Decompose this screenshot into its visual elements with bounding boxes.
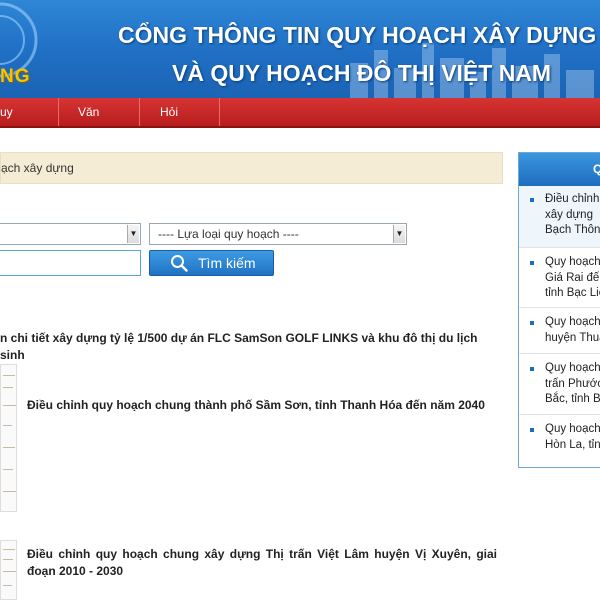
site-title-line2: VÀ QUY HOẠCH ĐÔ THỊ VIỆT NAM (172, 60, 552, 86)
sidebar-item-line: Quy hoạch (545, 362, 600, 374)
sidebar-item-line: Giá Rai đến (545, 271, 600, 284)
plan-type-select-value: ---- Lựa loại quy hoạch ---- (158, 227, 299, 241)
result-title[interactable]: n chi tiết xây dựng tỷ lệ 1/500 dự án FL… (0, 330, 500, 364)
nav-item-van-ban[interactable]: Văn bản (60, 98, 140, 147)
sidebar-item-line: Quy hoạch (545, 256, 600, 268)
plan-type-select[interactable]: ---- Lựa loại quy hoạch ---- ▼ (149, 223, 407, 245)
bullet-icon (530, 321, 534, 325)
region-select[interactable]: ▼ (0, 223, 141, 245)
sidebar-item[interactable]: Quy hoạch huyện Thua (519, 309, 600, 354)
sidebar-item-line: Bắc, tỉnh Bế (545, 393, 600, 405)
sidebar-item-line: xây dựng (545, 208, 593, 221)
search-input[interactable] (0, 250, 141, 276)
sidebar-item-line: Bạch Thông (545, 224, 600, 236)
header-banner: NG CỔNG THÔNG TIN QUY HOẠCH XÂY DỰNG VÀ … (0, 0, 600, 98)
main-nav: uy hoạch Văn bản Hỏi đáp (0, 98, 600, 147)
bullet-icon (530, 261, 534, 265)
sidebar-panel: Q Điều chỉnh xây dựng Bạch Thông Quy hoạ… (518, 152, 600, 468)
nav-item-quy-hoach[interactable]: uy hoạch (0, 98, 59, 147)
bullet-icon (530, 428, 534, 432)
sidebar-item-line: Quy hoạch (545, 423, 600, 435)
sidebar-item[interactable]: Điều chỉnh xây dựng Bạch Thông (519, 186, 600, 248)
sidebar-item-line: tỉnh Bạc Liê (545, 287, 600, 299)
sidebar-item-line: huyện Thua (545, 331, 600, 344)
sidebar-heading: Q (519, 153, 600, 186)
result-thumbnail[interactable] (0, 364, 17, 512)
result-title[interactable]: Điều chỉnh quy hoạch chung xây dựng Thị … (27, 546, 497, 580)
search-button-label: Tìm kiếm (198, 255, 256, 271)
result-thumbnail[interactable] (0, 540, 17, 600)
result-title[interactable]: Điều chỉnh quy hoạch chung thành phố Sầm… (27, 397, 497, 414)
sidebar-item-line: trấn Phước (545, 377, 600, 390)
search-button[interactable]: Tìm kiếm (149, 250, 274, 276)
nav-item-hoi-dap[interactable]: Hỏi đáp (142, 98, 220, 147)
chevron-down-icon[interactable]: ▼ (393, 225, 405, 243)
logo-text: NG (0, 66, 31, 87)
sidebar-item[interactable]: Quy hoạch Giá Rai đến tỉnh Bạc Liê (519, 249, 600, 308)
sidebar-item[interactable]: Quy hoạch Hòn La, tỉn (519, 416, 600, 467)
bullet-icon (530, 367, 534, 371)
sidebar-item-line: Quy hoạch (545, 316, 600, 328)
sidebar-item[interactable]: Quy hoạch trấn Phước Bắc, tỉnh Bế (519, 355, 600, 415)
sidebar-item-line: Hòn La, tỉn (545, 438, 600, 451)
sidebar-item-line: Điều chỉnh (545, 193, 600, 205)
search-icon (171, 255, 188, 272)
chevron-down-icon[interactable]: ▼ (127, 225, 139, 243)
site-title-line1: CỔNG THÔNG TIN QUY HOẠCH XÂY DỰNG (118, 22, 597, 48)
breadcrumb: ạch xây dựng (0, 152, 503, 184)
bullet-icon (530, 198, 534, 202)
